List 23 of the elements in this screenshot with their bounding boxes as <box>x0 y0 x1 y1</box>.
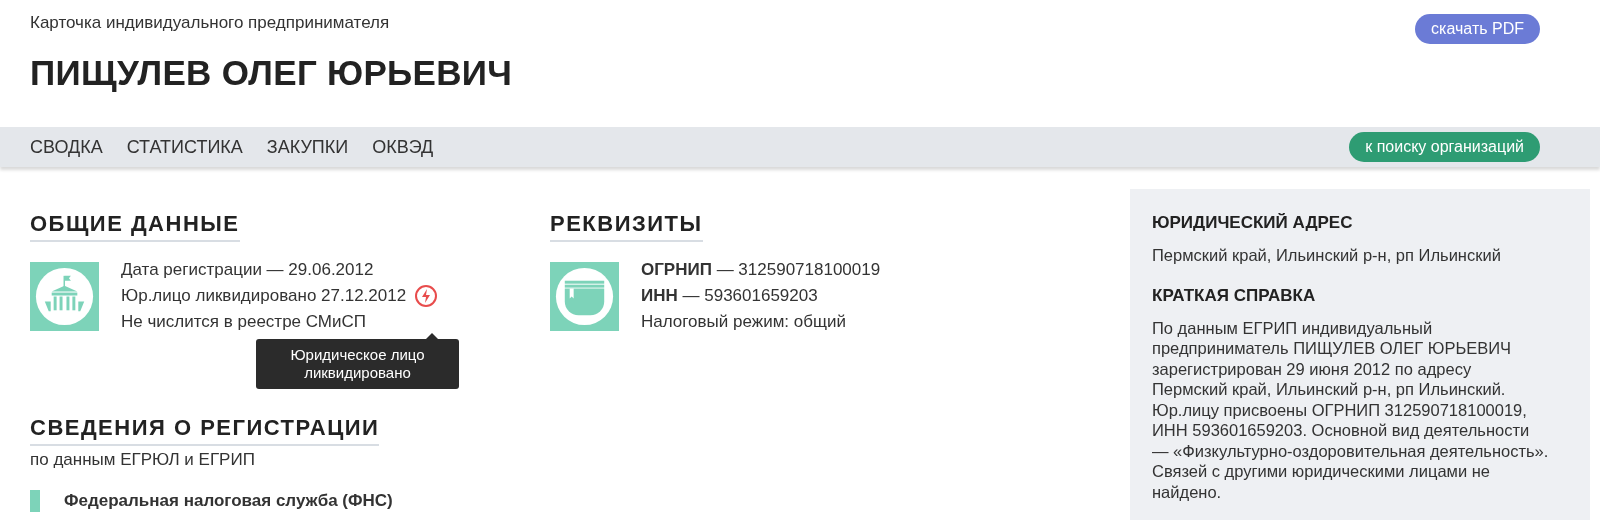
tooltip: Юридическое лицо ликвидировано <box>256 339 459 389</box>
download-pdf-button[interactable]: скачать PDF <box>1415 14 1540 44</box>
requisite-line: ИНН — 593601659203 <box>641 285 818 307</box>
page-subtitle: Карточка индивидуального предпринимателя <box>30 13 391 33</box>
requisite-line: Налоговый режим: общий <box>641 311 846 333</box>
nav-link[interactable]: ОКВЭД <box>372 136 434 158</box>
panel-heading: КРАТКАЯ СПРАВКА <box>1152 285 1317 306</box>
nav-link[interactable]: СТАТИСТИКА <box>126 136 243 158</box>
nav-link[interactable]: СВОДКА <box>30 136 103 158</box>
section-heading: ОБЩИЕ ДАННЫЕ <box>30 211 240 242</box>
nav-link[interactable]: ЗАКУПКИ <box>266 136 349 158</box>
requisite-line: ОГРНИП — 312590718100019 <box>641 259 881 281</box>
smisp-status: Не числится в реестре СМиСП <box>121 311 367 333</box>
panel-heading: ЮРИДИЧЕСКИЙ АДРЕС <box>1152 213 1354 233</box>
liquidation-date: Юр.лицо ликвидировано 27.12.2012 <box>121 285 407 307</box>
panel-text: Пермский край, Ильинский р-н, рп Ильинский <box>1152 245 1502 266</box>
section-subtitle: по данным ЕГРЮЛ и ЕГРИП <box>30 450 256 470</box>
registration-date: Дата регистрации — 29.06.2012 <box>121 259 374 281</box>
panel-text: По данным ЕГРИП индивидуальный предприниматель ПИЩУЛЕВ ОЛЕГ ЮРЬЕВИЧ зарегистрирован 29 июня 2012 по адресу Пермский край, Ильинский р-н, рп Ильинский. Юр.лицу присвоены ОГРНИП 312590718100019, ИНН 593601659203. Основной вид деятельности — «Физкультурно-оздоровительная деятельность». Связей с другими юридическими лицами не найдено. <box>1152 317 1550 502</box>
section-heading: СВЕДЕНИЯ О РЕГИСТРАЦИИ <box>30 415 380 446</box>
authority-name: Федеральная налоговая служба (ФНС) <box>64 491 393 511</box>
section-heading: РЕКВИЗИТЫ <box>550 211 703 242</box>
entrepreneur-name: ПИЩУЛЕВ ОЛЕГ ЮРЬЕВИЧ <box>30 53 513 93</box>
